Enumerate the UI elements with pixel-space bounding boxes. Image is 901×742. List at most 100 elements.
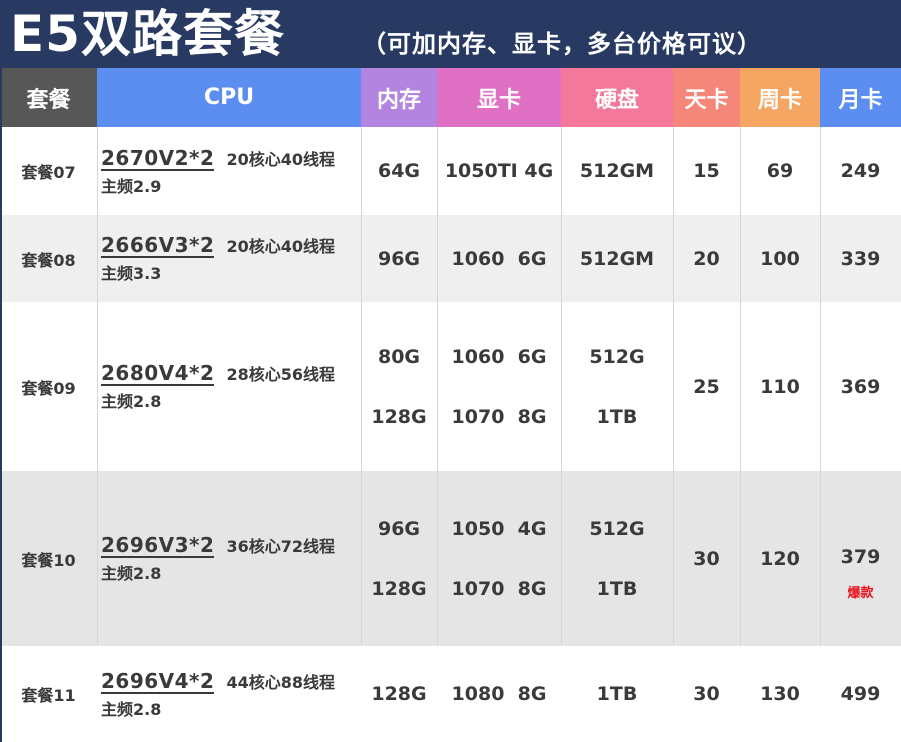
- header-day-card: 天卡: [673, 68, 740, 127]
- month-price: 369: [840, 375, 881, 398]
- package-name: 套餐08: [21, 250, 76, 270]
- cpu-frequency: 主频2.8: [101, 564, 162, 583]
- month-price-cell: 499: [820, 646, 901, 742]
- package-cell: 套餐08: [0, 215, 97, 302]
- package-cell: 套餐09: [0, 302, 97, 471]
- gpu-value: 1080 8G: [451, 683, 547, 705]
- header-cpu: CPU: [97, 68, 361, 127]
- package-cell: 套餐11: [0, 646, 97, 742]
- header-package: 套餐: [0, 68, 97, 127]
- header-memory: 内存: [361, 68, 437, 127]
- table-row: 套餐11 2696V4*2 44核心88线程 主频2.8 128G 1080 8G 1TB 3…: [0, 646, 901, 742]
- memory-value: 96G: [377, 517, 421, 540]
- cpu-line: 2696V3*2 36核心72线程: [101, 533, 335, 558]
- gpu-options: 1060 6G 1070 8G: [452, 345, 547, 429]
- day-price-cell: 30: [673, 646, 740, 742]
- memory-cell: 128G: [361, 646, 437, 742]
- cpu-line: 2670V2*2 20核心40线程: [101, 146, 335, 171]
- cpu-cores: 28核心56线程: [226, 365, 335, 384]
- gpu-cell: 1050TI 4G: [437, 127, 561, 215]
- memory-options: 96G: [378, 247, 420, 271]
- cpu-frequency: 主频2.8: [101, 392, 162, 411]
- disk-options: 1TB: [597, 682, 638, 706]
- cpu-line: 2680V4*2 28核心56线程: [101, 361, 335, 386]
- disk-value: 512G: [589, 517, 645, 540]
- disk-cell: 512GM: [561, 215, 673, 302]
- day-price: 20: [693, 247, 720, 270]
- table-header: 套餐 CPU 内存 显卡 硬盘 天卡 周卡 月卡: [0, 68, 901, 127]
- header-disk: 硬盘: [561, 68, 673, 127]
- memory-cell: 64G: [361, 127, 437, 215]
- gpu-value: 1060 6G: [451, 247, 547, 270]
- header-gpu: 显卡: [437, 68, 561, 127]
- disk-cell: 1TB: [561, 646, 673, 742]
- disk-value: 1TB: [596, 683, 638, 705]
- memory-value: 96G: [377, 247, 421, 270]
- disk-options: 512G 1TB: [589, 517, 644, 601]
- package-name: 套餐09: [21, 378, 76, 398]
- cpu-cell: 2666V3*2 20核心40线程 主频3.3: [97, 215, 361, 302]
- cpu-model: 2666V3*2: [101, 233, 215, 258]
- disk-cell: 512G 1TB: [561, 302, 673, 471]
- cpu-frequency: 主频2.8: [101, 699, 162, 719]
- disk-value: 1TB: [596, 577, 638, 600]
- month-price: 379: [840, 546, 881, 568]
- page-title: E5双路套餐: [10, 5, 285, 63]
- left-border-strip: [0, 0, 2, 742]
- cpu-cores: 36核心72线程: [226, 537, 335, 556]
- day-price-cell: 20: [673, 215, 740, 302]
- month-price-cell: 339: [820, 215, 901, 302]
- week-price: 120: [760, 547, 800, 570]
- gpu-value: 1070 8G: [451, 577, 547, 600]
- gpu-cell: 1050 4G 1070 8G: [437, 471, 561, 646]
- memory-value: 64G: [377, 160, 421, 182]
- week-price: 69: [766, 160, 794, 182]
- day-price-cell: 15: [673, 127, 740, 215]
- cpu-model: 2670V2*2: [101, 145, 215, 171]
- memory-cell: 80G 128G: [361, 302, 437, 471]
- day-price-cell: 25: [673, 302, 740, 471]
- week-price-cell: 130: [740, 646, 820, 742]
- memory-cell: 96G: [361, 215, 437, 302]
- day-price-cell: 30: [673, 471, 740, 646]
- month-price: 499: [840, 683, 881, 705]
- memory-options: 80G 128G: [371, 345, 426, 429]
- table-row: 套餐08 2666V3*2 20核心40线程 主频3.3 96G 1060 6G 512GM…: [0, 215, 901, 302]
- cpu-cell: 2680V4*2 28核心56线程主频2.8: [97, 302, 361, 471]
- week-price-cell: 120: [740, 471, 820, 646]
- memory-value: 128G: [371, 577, 427, 600]
- gpu-value: 1060 6G: [451, 345, 547, 368]
- gpu-options: 1050TI 4G: [445, 159, 553, 183]
- disk-options: 512GM: [580, 159, 654, 183]
- table-row: 套餐07 2670V2*2 20核心40线程主频2.9 64G 1050TI 4G 512…: [0, 127, 901, 215]
- month-price: 249: [840, 160, 881, 182]
- cpu-cores: 20核心40线程: [226, 237, 335, 256]
- month-price: 339: [840, 247, 881, 270]
- gpu-value: 1050TI 4G: [444, 160, 554, 182]
- day-price: 30: [693, 547, 720, 570]
- header-week-card: 周卡: [740, 68, 820, 127]
- gpu-options: 1080 8G: [452, 682, 547, 706]
- package-cell: 套餐10: [0, 471, 97, 646]
- day-price: 15: [693, 160, 720, 182]
- disk-value: 1TB: [596, 405, 638, 428]
- week-price-cell: 110: [740, 302, 820, 471]
- cpu-model: 2696V3*2: [101, 533, 215, 558]
- cpu-frequency: 主频2.9: [101, 176, 162, 196]
- cpu-cores: 44核心88线程: [226, 672, 335, 692]
- cpu-cores: 20核心40线程: [226, 149, 335, 169]
- memory-cell: 96G 128G: [361, 471, 437, 646]
- title-banner: E5双路套餐 （可加内存、显卡，多台价格可议）: [0, 0, 901, 68]
- month-price-cell: 249: [820, 127, 901, 215]
- day-price: 25: [693, 375, 720, 398]
- header-month-card: 月卡: [820, 68, 901, 127]
- month-price-cell: 379 爆款: [820, 471, 901, 646]
- memory-options: 64G: [378, 159, 420, 183]
- disk-cell: 512GM: [561, 127, 673, 215]
- week-price: 100: [760, 247, 800, 270]
- package-name: 套餐07: [21, 163, 76, 182]
- package-name: 套餐10: [21, 550, 76, 570]
- day-price: 30: [693, 683, 720, 705]
- memory-value: 128G: [371, 683, 427, 705]
- week-price: 110: [760, 375, 800, 398]
